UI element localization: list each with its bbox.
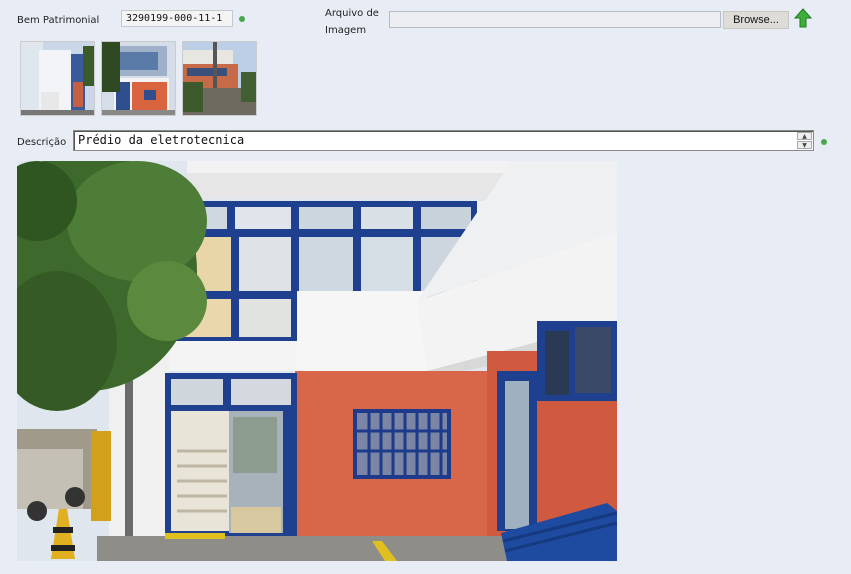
spin-up-icon[interactable]: ▲ (797, 132, 812, 140)
upload-arrow-icon[interactable] (793, 8, 813, 28)
thumbnail-1[interactable] (20, 41, 95, 116)
thumbnail-3[interactable] (182, 41, 257, 116)
bem-patrimonial-label: Bem Patrimonial (17, 15, 100, 26)
image-file-input[interactable] (389, 11, 721, 28)
arquivo-label-line2: Imagem (325, 25, 367, 36)
descricao-field[interactable]: Prédio da eletrotecnica (73, 130, 814, 151)
building-photo (17, 161, 617, 561)
browse-button[interactable]: Browse... (723, 11, 789, 29)
spin-down-icon[interactable]: ▼ (797, 141, 812, 149)
required-dot-icon (821, 139, 827, 145)
descricao-label: Descrição (17, 137, 67, 148)
bem-patrimonial-field[interactable]: 3290199-000-11-1 (121, 10, 233, 27)
arquivo-imagem-label: Arquivo de Imagem (325, 5, 379, 39)
required-dot-icon (239, 16, 245, 22)
thumbnail-2[interactable] (101, 41, 176, 116)
arquivo-label-line1: Arquivo de (325, 8, 379, 19)
